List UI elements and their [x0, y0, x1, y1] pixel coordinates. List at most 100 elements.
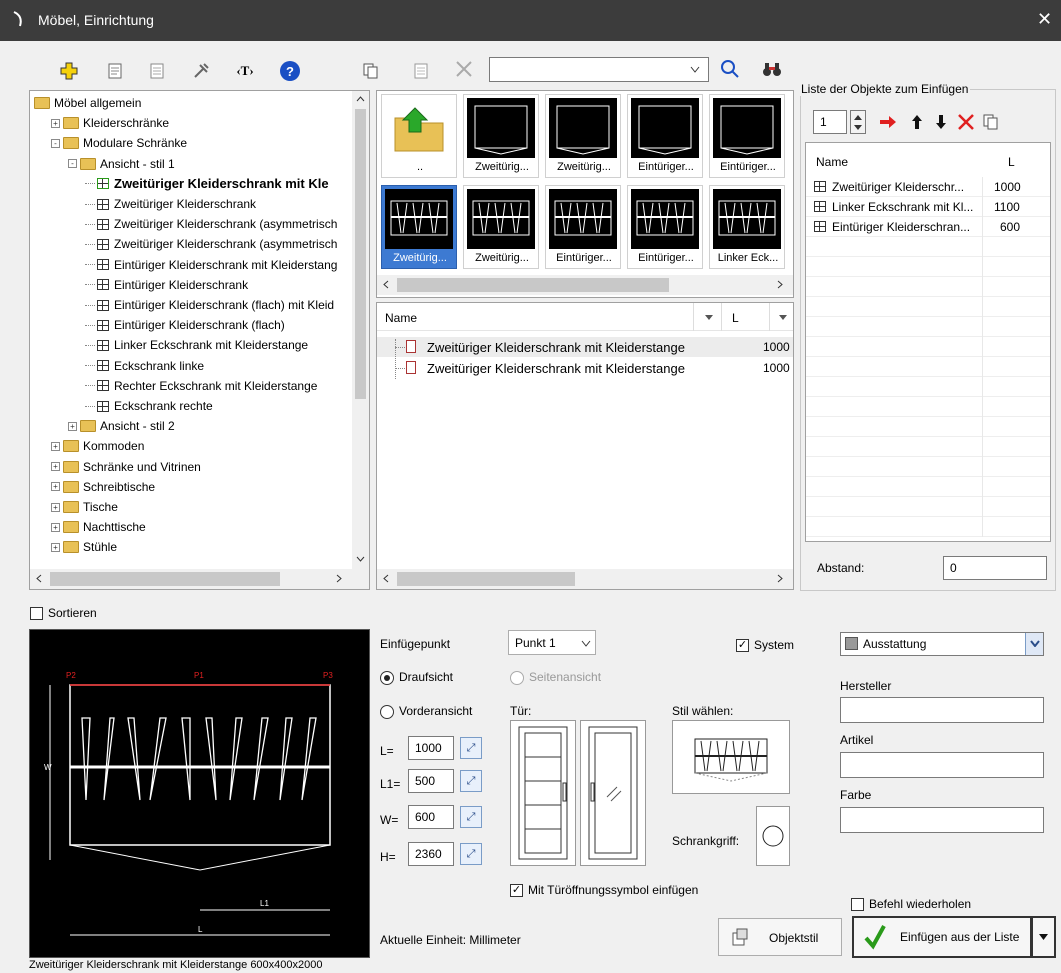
l1-field[interactable]: 500 — [408, 769, 454, 793]
door-type-glass-option[interactable] — [580, 720, 646, 866]
document-icon[interactable] — [146, 60, 168, 82]
tree-item[interactable]: Rechter Eckschrank mit Kleiderstange — [85, 377, 317, 395]
object-style-button[interactable]: Objektstil — [718, 918, 842, 956]
tree-item[interactable]: Zweitüriger Kleiderschrank (asymmetrisch — [85, 215, 337, 233]
expand-icon[interactable]: + — [51, 542, 60, 552]
tree-vertical-scroll-thumb[interactable] — [355, 109, 366, 399]
thumbnail-tile[interactable]: Eintüriger... — [627, 185, 703, 269]
chevron-left-icon[interactable] — [383, 574, 389, 583]
chevron-right-icon[interactable] — [777, 574, 783, 583]
object-list[interactable]: Name L Zweitüriger Kleiderschrank mit Kl… — [376, 302, 794, 590]
tree-item[interactable]: Eintüriger Kleiderschrank — [85, 276, 248, 294]
tree-horizontal-scroll-thumb[interactable] — [50, 572, 280, 586]
insert-from-list-button[interactable]: Einfügen aus der Liste — [852, 916, 1032, 958]
collapse-icon[interactable]: - — [51, 138, 60, 148]
chevron-left-icon[interactable] — [383, 280, 389, 289]
tree-item-nachttische[interactable]: + Nachttische — [51, 518, 146, 536]
chevron-right-icon[interactable] — [777, 280, 783, 289]
column-name[interactable]: Name — [816, 155, 848, 169]
search-input[interactable] — [489, 57, 709, 82]
object-list-scroll-thumb[interactable] — [397, 572, 575, 586]
delete-icon[interactable] — [452, 58, 476, 80]
thumbnail-tile[interactable]: Eintüriger... — [545, 185, 621, 269]
arrow-down-icon[interactable] — [935, 114, 947, 130]
arrow-up-icon[interactable] — [911, 114, 923, 130]
handle-select-button[interactable] — [756, 806, 790, 866]
expand-icon[interactable]: + — [51, 522, 60, 532]
add-icon[interactable] — [58, 60, 80, 82]
thumbnail-tile[interactable]: Zweitürig... — [463, 185, 539, 269]
expand-icon[interactable]: + — [51, 502, 60, 512]
tree-item[interactable]: Eckschrank linke — [85, 357, 204, 375]
tree-item-ansicht-stil-2[interactable]: + Ansicht - stil 2 — [68, 417, 175, 435]
tree-item[interactable]: Zweitüriger Kleiderschrank (asymmetrisch — [85, 235, 337, 253]
thumbnail-tile[interactable]: Zweitürig... — [545, 94, 621, 178]
chevron-left-icon[interactable] — [36, 574, 42, 583]
thumbnail-grid[interactable]: .. Zweitürig... Zweitürig... Eintüriger... E… — [376, 90, 794, 298]
arrow-right-icon[interactable] — [879, 115, 897, 129]
category-select[interactable]: Ausstattung — [840, 632, 1044, 656]
table-row[interactable]: Eintüriger Kleiderschran... 600 — [806, 217, 1050, 237]
door-symbol-checkbox[interactable]: ✓ — [510, 884, 523, 897]
expand-icon[interactable]: + — [68, 421, 77, 431]
table-row[interactable]: Linker Eckschrank mit Kl... 1100 — [806, 197, 1050, 217]
pick-l-button[interactable]: ⤢ — [460, 737, 482, 759]
insert-point-select[interactable]: Punkt 1 — [508, 630, 596, 655]
close-icon[interactable]: ✕ — [1037, 9, 1052, 30]
repeat-command-checkbox[interactable] — [851, 898, 864, 911]
tree-vertical-scrollbar[interactable] — [352, 91, 369, 569]
insert-list-table[interactable]: Name L Zweitüriger Kleiderschr... 1000 Lin… — [805, 142, 1051, 542]
abstand-input[interactable]: 0 — [943, 556, 1047, 580]
spinner-buttons[interactable] — [850, 110, 866, 134]
system-checkbox[interactable]: ✓ — [736, 639, 749, 652]
table-row[interactable]: Zweitüriger Kleiderschr... 1000 — [806, 177, 1050, 197]
expand-icon[interactable]: + — [51, 441, 60, 451]
chevron-up-icon[interactable] — [356, 96, 365, 102]
remove-icon[interactable] — [957, 113, 975, 131]
chevron-down-icon[interactable] — [705, 315, 713, 320]
color-input[interactable] — [840, 807, 1044, 833]
copy-icon[interactable] — [983, 114, 999, 130]
expand-icon[interactable]: + — [51, 462, 60, 472]
chevron-up-icon[interactable] — [854, 115, 862, 120]
text-icon[interactable]: ‹T› — [232, 60, 258, 82]
category-tree[interactable]: Möbel allgemein + Kleiderschränke - Modulare… — [29, 90, 370, 590]
insert-dropdown-button[interactable] — [1032, 916, 1056, 958]
tree-item-kommoden[interactable]: + Kommoden — [51, 437, 144, 455]
copy-icon[interactable] — [360, 60, 382, 82]
article-input[interactable] — [840, 752, 1044, 778]
parent-folder-tile[interactable]: .. — [381, 94, 457, 178]
list-icon[interactable] — [410, 60, 432, 82]
chevron-down-icon[interactable] — [356, 556, 365, 562]
tree-item[interactable]: Zweitüriger Kleiderschrank — [85, 195, 256, 213]
tools-icon[interactable] — [190, 60, 212, 82]
expand-icon[interactable]: + — [51, 482, 60, 492]
w-field[interactable]: 600 — [408, 805, 454, 829]
pick-h-button[interactable]: ⤢ — [460, 843, 482, 865]
tree-item-tische[interactable]: + Tische — [51, 498, 118, 516]
pick-l1-button[interactable]: ⤢ — [460, 770, 482, 792]
list-item[interactable]: Zweitüriger Kleiderschrank mit Kleiderst… — [377, 358, 793, 378]
pick-w-button[interactable]: ⤢ — [460, 806, 482, 828]
find-icon[interactable] — [760, 58, 784, 80]
l-field[interactable]: 1000 — [408, 736, 454, 760]
front-view-radio[interactable] — [380, 705, 394, 719]
tree-horizontal-scrollbar[interactable] — [30, 569, 369, 589]
chevron-right-icon[interactable] — [336, 574, 342, 583]
tree-item-ansicht-stil-1[interactable]: - Ansicht - stil 1 — [68, 155, 175, 173]
tree-item[interactable]: Eckschrank rechte — [85, 397, 213, 415]
help-icon[interactable]: ? — [280, 61, 300, 81]
thumbnail-tile[interactable]: Zweitürig... — [381, 185, 457, 269]
tree-item-selected[interactable]: Zweitüriger Kleiderschrank mit Kle — [85, 175, 329, 193]
chevron-down-icon[interactable] — [779, 315, 787, 320]
tree-item-moebel-allgemein[interactable]: Möbel allgemein — [34, 94, 141, 112]
door-type-frame-option[interactable] — [510, 720, 576, 866]
tree-item-kleiderschraenke[interactable]: + Kleiderschränke — [51, 114, 169, 132]
tree-item-stuehle[interactable]: + Stühle — [51, 538, 117, 556]
thumbnail-tile[interactable]: Linker Eck... — [709, 185, 785, 269]
tree-item[interactable]: Eintüriger Kleiderschrank (flach) mit Kl… — [85, 296, 334, 314]
count-spinner[interactable]: 1 — [813, 110, 866, 134]
search-icon[interactable] — [718, 58, 742, 80]
properties-icon[interactable] — [104, 60, 126, 82]
h-field[interactable]: 2360 — [408, 842, 454, 866]
